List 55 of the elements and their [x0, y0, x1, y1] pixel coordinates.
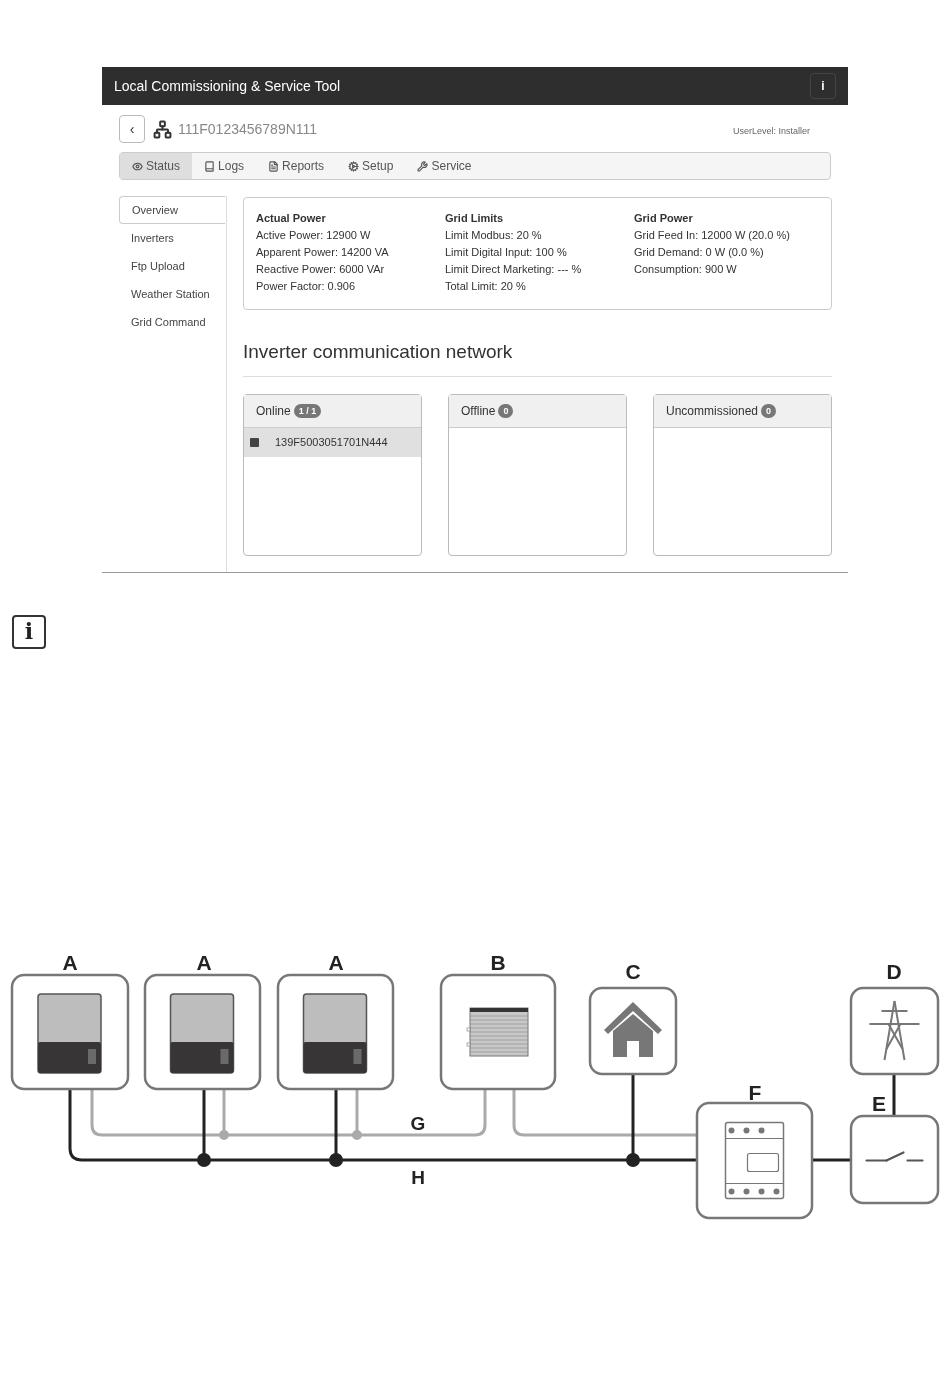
tab-icon	[132, 160, 143, 172]
sidebar-item[interactable]: Grid Command	[119, 308, 226, 336]
tab[interactable]: Reports	[256, 153, 337, 179]
summary-value: Total Limit: 20 %	[445, 279, 527, 294]
panel-title: Uncommissioned	[666, 402, 759, 420]
summary-value: Consumption: 900 W	[634, 262, 738, 277]
sidebar-item[interactable]: Inverters	[119, 224, 226, 252]
sidebar-item[interactable]: Overview	[119, 196, 226, 224]
back-button[interactable]: ‹	[119, 115, 145, 143]
sidebar-item[interactable]: Ftp Upload	[119, 252, 226, 280]
panel-title: Online	[256, 402, 291, 420]
tab-icon	[348, 160, 360, 172]
tab-icon	[268, 160, 280, 172]
tab[interactable]: Service	[405, 153, 484, 179]
communication-cable-drawing: G	[90, 1088, 697, 1140]
summary-value: Grid Feed In: 12000 W (20.0 %)	[634, 228, 791, 243]
count-badge: 0	[761, 403, 777, 418]
device-row[interactable]: 139F5003051701N444	[244, 427, 421, 457]
diagram-label: F	[748, 1080, 762, 1104]
summary-value: Limit Digital Input: 100 %	[445, 245, 568, 260]
diagram-label: A	[62, 950, 78, 974]
tab[interactable]: Logs	[192, 153, 257, 179]
user-level: UserLevel: Installer	[732, 125, 810, 139]
summary-value: Reactive Power: 6000 VAr	[256, 262, 386, 277]
count-badge: 0	[498, 403, 514, 418]
summary-value: Apparent Power: 14200 VA	[256, 245, 390, 260]
device-id: 139F5003051701N444	[275, 434, 388, 450]
device-id: 111F0123456789N111	[178, 119, 318, 139]
diagram-label: E	[872, 1091, 886, 1115]
summary-title: Grid Power	[634, 211, 694, 226]
summary-value: Limit Direct Marketing: --- %	[445, 262, 583, 277]
summary-value: Power Factor: 0.906	[256, 279, 357, 294]
info-icon: i	[12, 614, 46, 649]
network-icon	[153, 119, 172, 139]
diagram-label: B	[490, 950, 506, 974]
info-button[interactable]: i	[810, 73, 836, 99]
summary-value: Grid Demand: 0 W (0.0 %)	[634, 245, 765, 260]
diagram-label: A	[196, 950, 212, 974]
tab-icon	[204, 160, 216, 172]
window-title: Local Commissioning & Service Tool	[114, 76, 341, 96]
summary-value: Active Power: 12900 W	[256, 228, 372, 243]
diagram-label: C	[625, 959, 641, 983]
section-title: Inverter communication network	[243, 340, 514, 364]
status-square-icon	[250, 437, 259, 447]
tab[interactable]: Status	[120, 153, 193, 179]
sidebar-item[interactable]: Weather Station	[119, 280, 226, 308]
diagram-label: D	[886, 959, 902, 983]
tab[interactable]: Setup	[336, 153, 406, 179]
summary-title: Grid Limits	[445, 211, 505, 226]
summary-title: Actual Power	[256, 211, 327, 226]
panel-title: Offline	[461, 402, 496, 420]
diagram-label: A	[328, 950, 344, 974]
summary-value: Limit Modbus: 20 %	[445, 228, 543, 243]
tab-icon	[417, 160, 429, 172]
count-badge: 1 / 1	[293, 403, 322, 418]
